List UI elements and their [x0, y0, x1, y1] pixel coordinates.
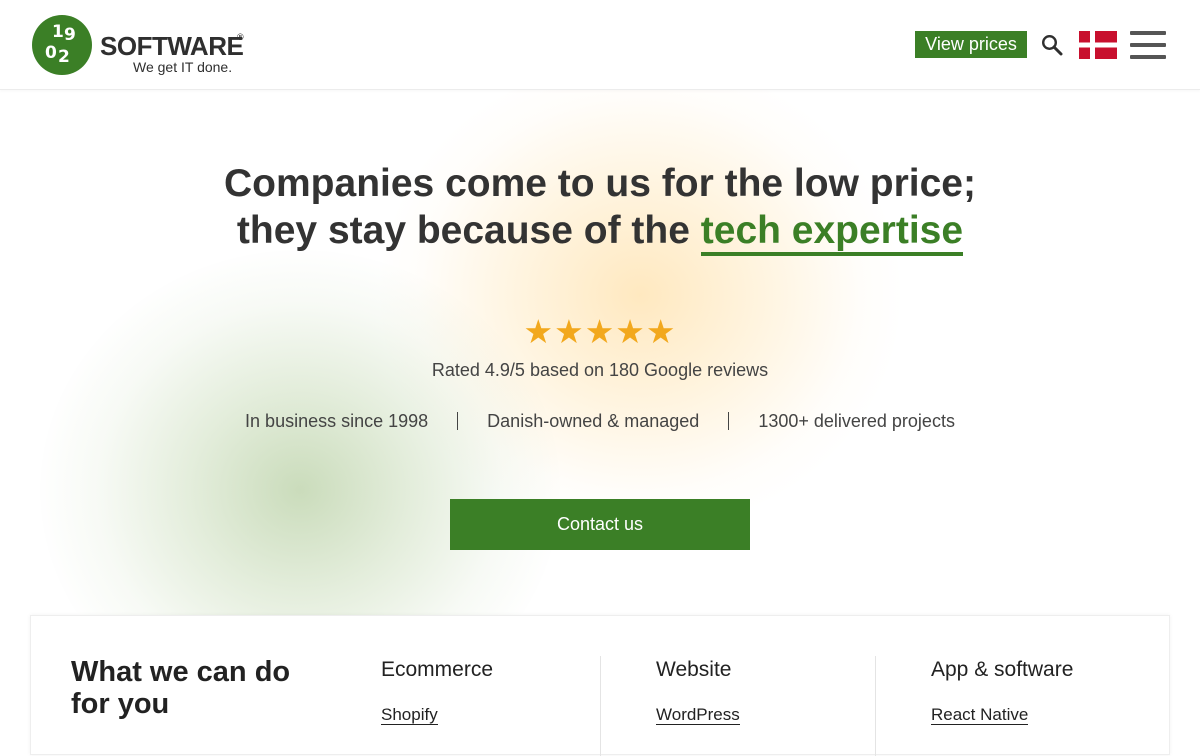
site-header: 1 9 0 2 SOFTWARE ® We get IT done. View …: [0, 0, 1200, 90]
company-facts: In business since 1998 Danish-owned & man…: [0, 411, 1200, 432]
hero-headline-line2: they stay because of the: [236, 209, 701, 252]
fact-ownership: Danish-owned & managed: [487, 411, 700, 431]
column-divider: [875, 656, 876, 756]
hero-headline-accent: tech expertise: [700, 209, 964, 256]
fact-founded: In business since 1998: [245, 411, 429, 431]
logo-digit: 1: [52, 22, 64, 42]
logo-name[interactable]: SOFTWARE: [100, 31, 244, 62]
fact-separator: [728, 412, 730, 430]
rating-stars: ★★★★★: [523, 312, 677, 351]
services-card: What we can do for you Ecommerce Shopify…: [30, 615, 1170, 756]
service-column-app-software: App & software React Native: [931, 656, 1073, 725]
services-heading: What we can do for you: [71, 656, 291, 720]
denmark-flag-icon[interactable]: [1079, 31, 1117, 59]
hero-headline-line1: Companies come to us for the low price;: [224, 162, 976, 205]
service-column-website: Website WordPress: [656, 656, 740, 725]
service-link-wordpress[interactable]: WordPress: [656, 706, 740, 725]
logo-registered-mark: ®: [237, 32, 244, 42]
rating-text: Rated 4.9/5 based on 180 Google reviews: [431, 360, 769, 380]
contact-us-button[interactable]: Contact us: [450, 499, 750, 550]
logo-digit: 2: [58, 47, 70, 67]
logo-digit: 9: [64, 25, 76, 45]
hero-headline: Companies come to us for the low price; …: [0, 160, 1200, 256]
fact-projects: 1300+ delivered projects: [758, 411, 955, 431]
logo-digit: 0: [45, 43, 57, 63]
service-column-title: App & software: [931, 658, 1074, 681]
column-divider: [600, 656, 601, 756]
view-prices-button[interactable]: View prices: [915, 31, 1027, 58]
hamburger-menu-icon[interactable]: [1130, 31, 1166, 59]
service-link-react-native[interactable]: React Native: [931, 706, 1029, 725]
logo-mark[interactable]: 1 9 0 2: [32, 15, 92, 75]
service-column-title: Ecommerce: [381, 658, 494, 681]
service-column-title: Website: [656, 658, 732, 681]
search-icon[interactable]: [1041, 34, 1063, 56]
fact-separator: [457, 412, 459, 430]
service-column-ecommerce: Ecommerce Shopify: [381, 656, 493, 725]
service-link-shopify[interactable]: Shopify: [381, 706, 438, 725]
logo-tagline: We get IT done.: [133, 59, 233, 75]
